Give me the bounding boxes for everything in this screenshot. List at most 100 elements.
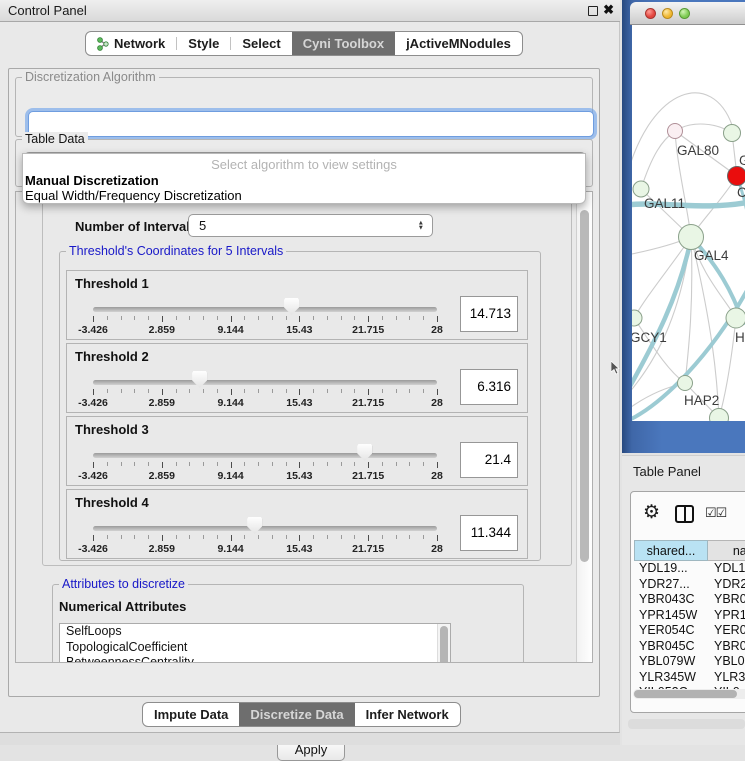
table-cell: YDR2 [708,577,745,593]
list-scrollbar[interactable] [437,624,450,663]
tab-infer-network[interactable]: Infer Network [355,703,460,726]
scrollbar-thumb[interactable] [440,626,448,663]
float-window-icon[interactable] [588,6,598,16]
slider-track[interactable] [93,380,437,385]
network-node-gcy1[interactable] [632,310,642,326]
slider-tick [409,316,410,320]
slider-tick [231,316,232,322]
network-edge[interactable] [632,383,685,410]
minimize-traffic-light-icon[interactable] [662,8,673,19]
attribute-list-item[interactable]: SelfLoops [60,624,450,640]
slider-thumb[interactable] [357,444,372,461]
slider-tick [189,535,190,539]
close-traffic-light-icon[interactable] [645,8,656,19]
tab-impute-data[interactable]: Impute Data [143,703,239,726]
tab-discretize-data[interactable]: Discretize Data [239,703,354,726]
attribute-list-item[interactable]: TopologicalCoefficient [60,640,450,656]
table-row[interactable]: YBR043CYBR0 [634,592,745,608]
network-node-h[interactable] [726,308,745,328]
network-edge[interactable] [641,131,675,189]
number-of-intervals-combo[interactable]: 5 ▲▼ [188,214,433,237]
vertical-scrollbar[interactable] [576,192,592,662]
slider-tick-label: 28 [415,397,459,409]
slider-thumb[interactable] [192,371,207,388]
tab-network[interactable]: Network [86,32,176,55]
slider-track[interactable] [93,453,437,458]
slider-tick [231,535,232,541]
slider-tick [437,389,438,395]
threshold-value-field[interactable]: 11.344 [460,515,518,551]
slider-tick [409,535,410,539]
close-icon[interactable]: ✖ [603,2,614,18]
slider-tick [396,316,397,320]
slider-tick [299,462,300,468]
slider-tick [244,389,245,393]
bottom-tab-bar: Impute DataDiscretize DataInfer Network [142,702,461,727]
table: shared...nameYDL19...YDL1YDR27...YDR2YBR… [634,540,745,701]
slider-track[interactable] [93,307,437,312]
group-title: Threshold's Coordinates for 5 Intervals [66,244,286,258]
network-canvas[interactable]: GAL80GACGAL11GAL4GCY1HHAP2 [632,25,745,421]
split-columns-icon[interactable] [675,505,694,523]
slider-tick [341,462,342,466]
threshold-value-field[interactable]: 21.4 [460,442,518,478]
table-row[interactable]: YDR27...YDR2 [634,577,745,593]
slider-tick [231,389,232,395]
table-row[interactable]: YPR145WYPR1 [634,608,745,624]
slider-thumb[interactable] [284,298,299,315]
tab-select[interactable]: Select [231,32,291,55]
slider-tick [162,316,163,322]
slider-tick [341,535,342,539]
scrollbar-thumb[interactable] [580,210,589,562]
slider-tick-label: 15.43 [277,543,321,555]
network-node-gal11[interactable] [633,181,649,197]
algorithm-combo[interactable] [28,111,594,137]
table-cell: YDL1 [708,561,745,577]
table-cell: YER054C [634,623,708,639]
network-node-c[interactable] [728,167,745,186]
table-row[interactable]: YBR045CYBR0 [634,639,745,655]
slider-tick [107,535,108,539]
threshold-value-field[interactable]: 14.713 [460,296,518,332]
slider-tick [327,389,328,393]
attribute-list-item[interactable]: BetweennessCentrality [60,655,450,663]
slider-tick [286,462,287,466]
slider-tick-label: 15.43 [277,397,321,409]
network-node-gal80[interactable] [668,124,683,139]
network-node-hap2[interactable] [678,376,693,391]
network-node-ga[interactable] [724,125,741,142]
slider-tick [162,535,163,541]
popup-option-equal-width[interactable]: Equal Width/Frequency Discretization [25,188,242,203]
slider-tick [409,389,410,393]
select-columns-icon[interactable]: ☑☑ [705,505,726,521]
slider-thumb[interactable] [247,517,262,534]
table-row[interactable]: YER054CYER0 [634,623,745,639]
table-row[interactable]: YBL079WYBL0 [634,654,745,670]
threshold-value-field[interactable]: 6.316 [460,369,518,405]
slider-tick [176,389,177,393]
tab-label: jActiveMNodules [406,36,511,51]
table-row[interactable]: YLR345WYLR3 [634,670,745,686]
table-row[interactable]: YDL19...YDL1 [634,561,745,577]
tab-cyni-toolbox[interactable]: Cyni Toolbox [292,32,395,55]
top-tab-bar: NetworkStyleSelect Cyni Toolbox jActiveMNo… [85,31,523,56]
slider-tick [313,462,314,466]
slider-tick [134,316,135,320]
window-bottom-strip [0,733,620,745]
scrollbar-thumb[interactable] [634,690,737,698]
popup-option-manual[interactable]: Manual Discretization [25,173,159,188]
tab-label: Cyni Toolbox [303,36,384,51]
horizontal-scrollbar[interactable] [633,689,745,699]
zoom-traffic-light-icon[interactable] [679,8,690,19]
tab-style[interactable]: Style [177,32,230,55]
network-node-gal4[interactable] [679,225,704,250]
tab-jactivemnodules[interactable]: jActiveMNodules [395,32,522,55]
slider-tick [176,535,177,539]
gear-icon[interactable]: ⚙ [643,501,660,524]
column-header-1[interactable]: shared... [634,540,708,561]
column-header-2[interactable]: name [708,540,745,561]
slider-tick [217,535,218,539]
slider-tick [176,316,177,320]
slider-tick-label: -3.426 [71,543,115,555]
slider-track[interactable] [93,526,437,531]
